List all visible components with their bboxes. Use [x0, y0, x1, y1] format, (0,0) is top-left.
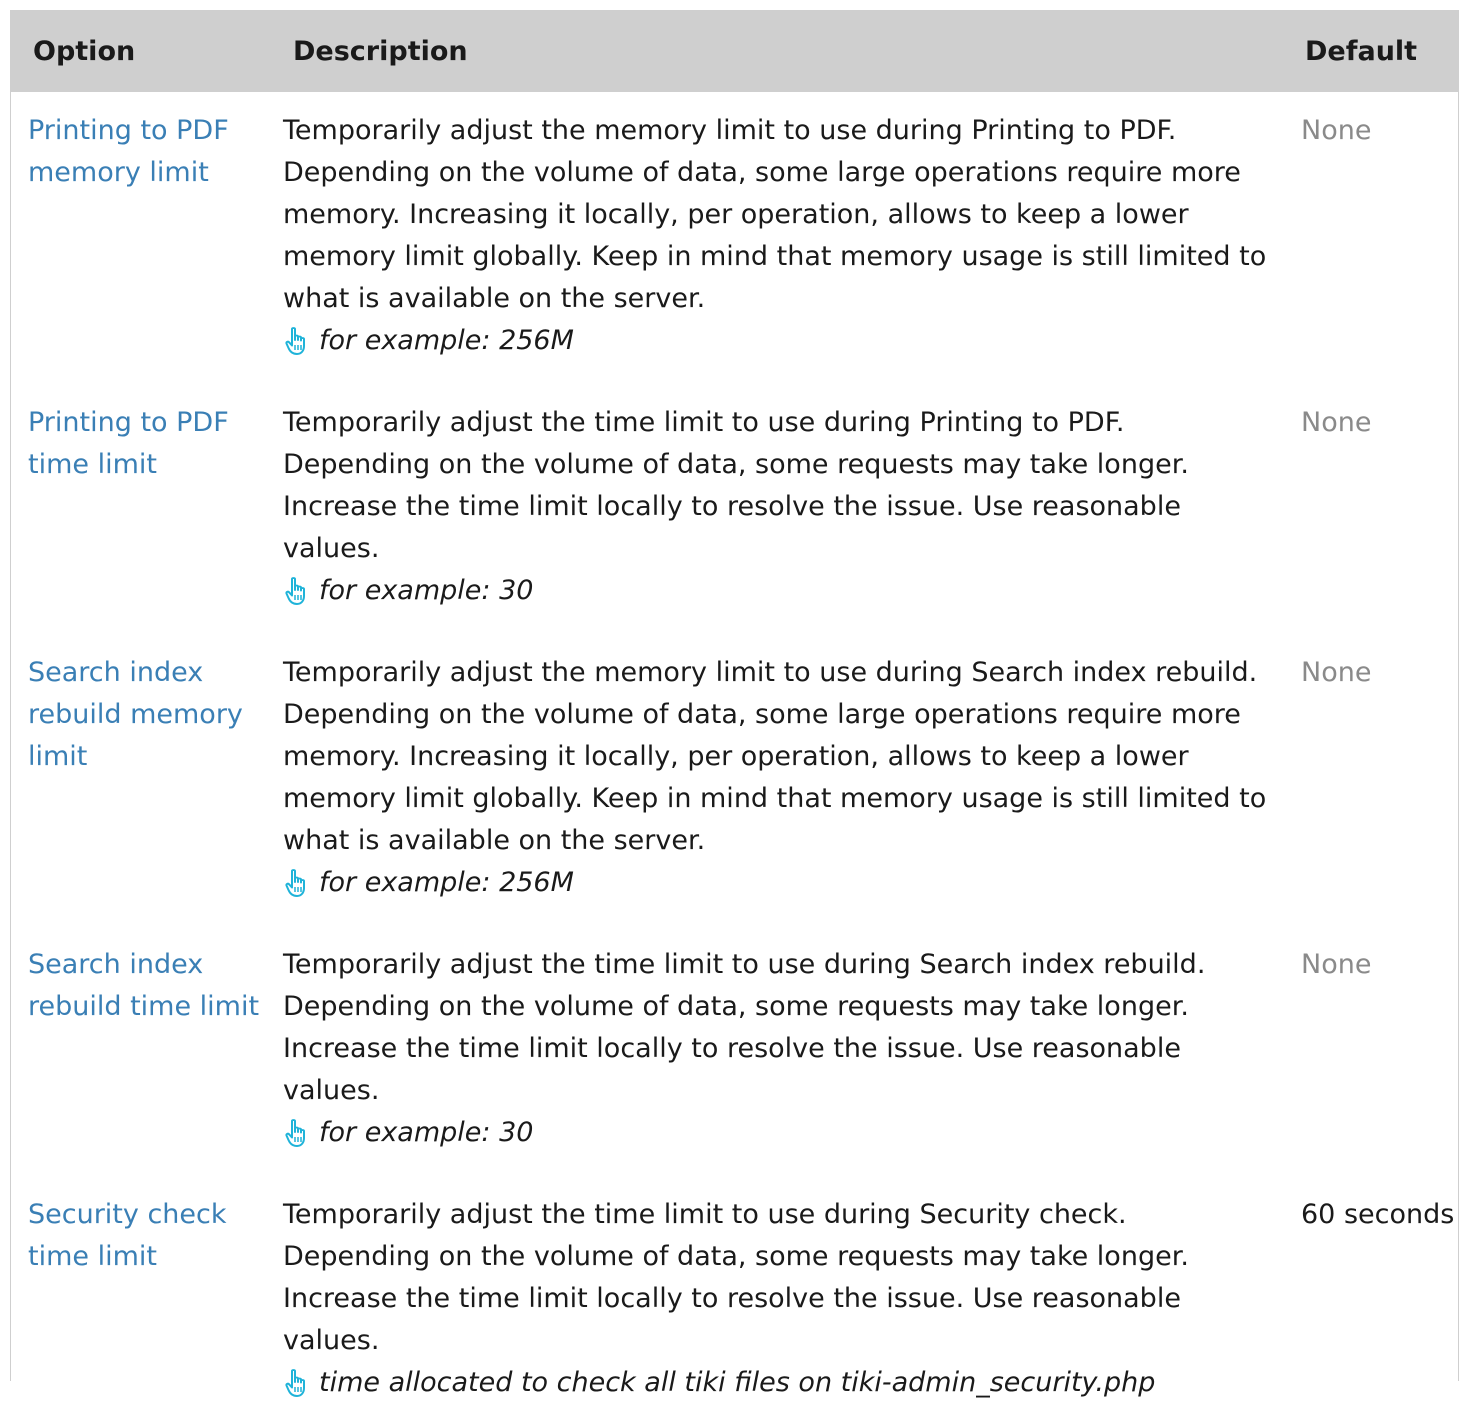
hint: time allocated to check all tiki files o… [283, 1362, 1270, 1404]
hint: for example: 256M [283, 862, 1270, 904]
option-link[interactable]: Printing to PDF memory limit [28, 115, 229, 188]
description-text: Temporarily adjust the memory limit to u… [283, 115, 1267, 314]
pointing-hand-icon [283, 576, 313, 606]
header-description: Description [271, 10, 1278, 92]
table-header-row: Option Description Default [11, 10, 1458, 92]
description-cell: Temporarily adjust the memory limit to u… [271, 92, 1278, 384]
table-row: Security check time limit Temporarily ad… [11, 1176, 1458, 1426]
hint: for example: 256M [283, 320, 1270, 362]
description-text: Temporarily adjust the time limit to use… [283, 949, 1206, 1106]
option-link[interactable]: Search index rebuild time limit [28, 949, 259, 1022]
hint-text: for example: 30 [319, 1117, 534, 1148]
header-option: Option [11, 10, 271, 92]
table-row: Search index rebuild time limit Temporar… [11, 926, 1458, 1176]
option-cell: Printing to PDF time limit [11, 384, 271, 634]
option-cell: Security check time limit [11, 1176, 271, 1426]
preferences-table: Option Description Default Printing to P… [11, 10, 1458, 1426]
hint-text: time allocated to check all tiki files o… [319, 1367, 1156, 1398]
description-cell: Temporarily adjust the time limit to use… [271, 384, 1278, 634]
description-cell: Temporarily adjust the memory limit to u… [271, 634, 1278, 926]
pointing-hand-icon [283, 868, 313, 898]
default-cell: None [1301, 949, 1372, 980]
table-row: Printing to PDF memory limit Temporarily… [11, 92, 1458, 384]
hint: for example: 30 [283, 570, 1270, 612]
description-cell: Temporarily adjust the time limit to use… [271, 926, 1278, 1176]
option-cell: Search index rebuild time limit [11, 926, 271, 1176]
description-text: Temporarily adjust the memory limit to u… [283, 657, 1267, 856]
option-cell: Printing to PDF memory limit [11, 92, 271, 384]
hint-text: for example: 256M [319, 867, 574, 898]
pointing-hand-icon [283, 326, 313, 356]
option-link[interactable]: Security check time limit [28, 1199, 227, 1272]
option-link[interactable]: Printing to PDF time limit [28, 407, 229, 480]
pointing-hand-icon [283, 1118, 313, 1148]
description-text: Temporarily adjust the time limit to use… [283, 1199, 1189, 1356]
option-cell: Search index rebuild memory limit [11, 634, 271, 926]
header-default: Default [1278, 10, 1458, 92]
option-link[interactable]: Search index rebuild memory limit [28, 657, 243, 772]
table-row: Search index rebuild memory limit Tempor… [11, 634, 1458, 926]
preferences-table-container: Option Description Default Printing to P… [10, 10, 1459, 1398]
pointing-hand-icon [283, 1368, 313, 1398]
description-cell: Temporarily adjust the time limit to use… [271, 1176, 1278, 1426]
default-cell: None [1301, 115, 1372, 146]
table-row: Printing to PDF time limit Temporarily a… [11, 384, 1458, 634]
hint-text: for example: 30 [319, 575, 534, 606]
default-cell: None [1301, 407, 1372, 438]
description-text: Temporarily adjust the time limit to use… [283, 407, 1189, 564]
hint: for example: 30 [283, 1112, 1270, 1154]
default-cell: None [1301, 657, 1372, 688]
default-cell: 60 seconds [1301, 1199, 1455, 1230]
hint-text: for example: 256M [319, 325, 574, 356]
